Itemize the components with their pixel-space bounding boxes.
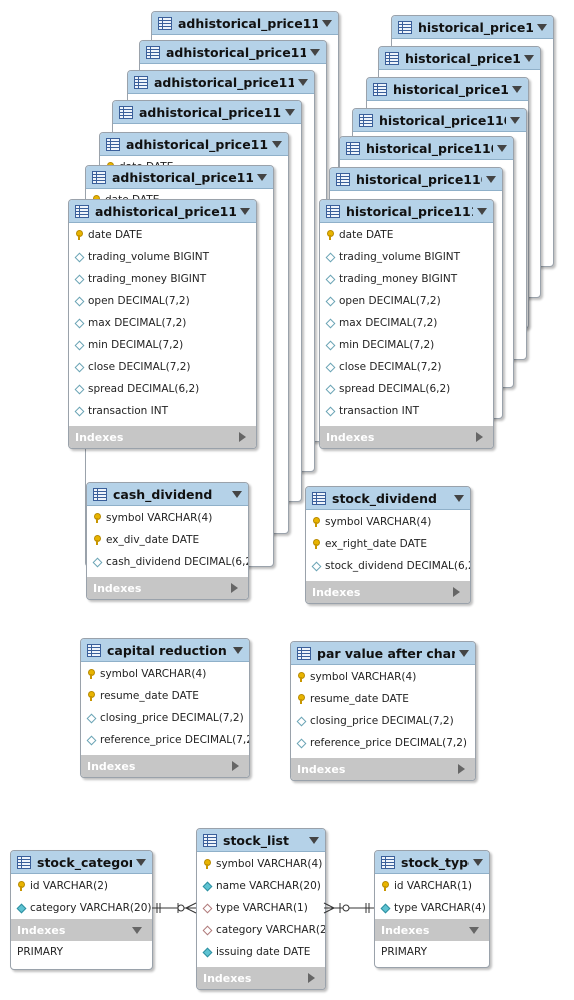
relationship-type-to-list[interactable]: [323, 902, 374, 914]
relationship-category-to-list[interactable]: [152, 902, 197, 914]
relationship-lines: [152, 902, 374, 914]
